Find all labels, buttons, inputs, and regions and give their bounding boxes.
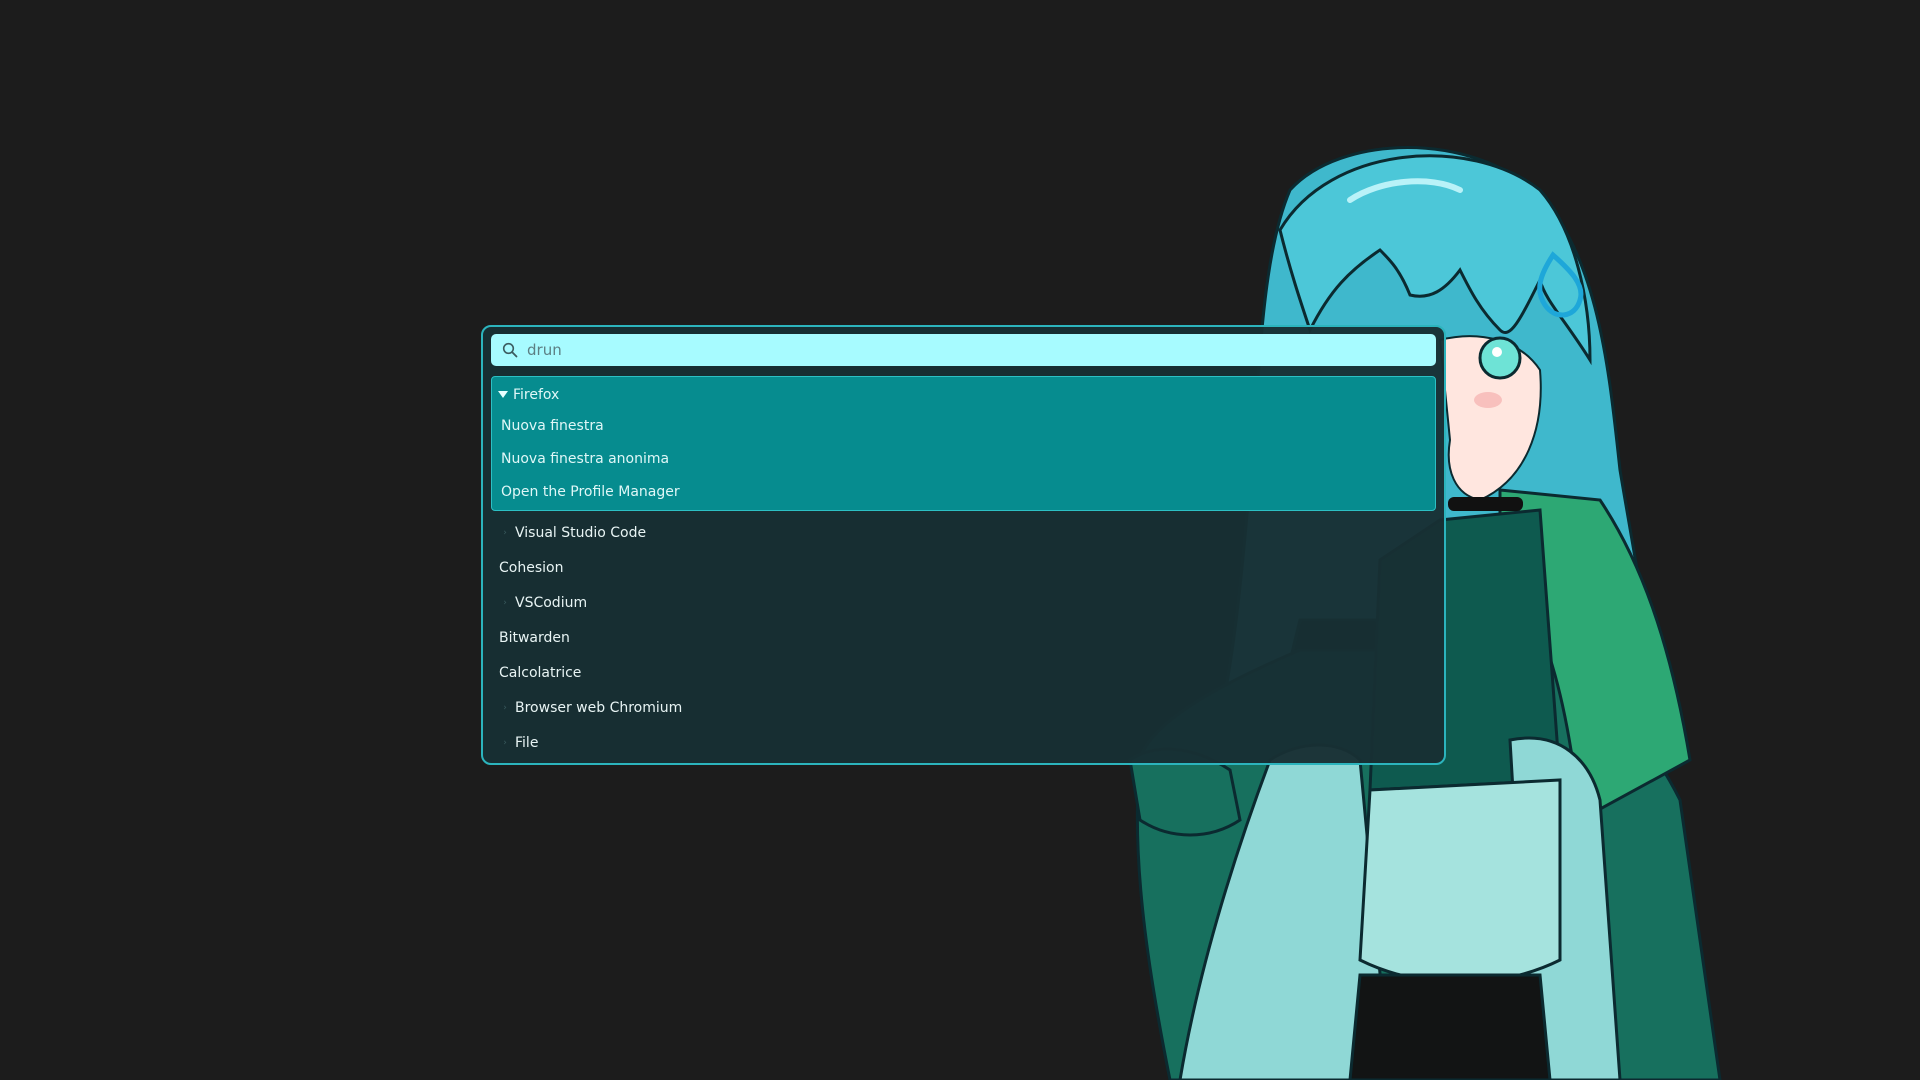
app-launcher: Firefox Nuova finestra Nuova finestra an… xyxy=(481,325,1446,765)
caret-right-icon[interactable]: › xyxy=(499,737,511,749)
app-entry-chromium[interactable]: › Browser web Chromium xyxy=(491,690,1436,725)
app-label: Cohesion xyxy=(499,559,564,576)
selected-app-group[interactable]: Firefox Nuova finestra Nuova finestra an… xyxy=(491,376,1436,511)
app-entry-firefox[interactable]: Firefox xyxy=(492,381,1435,409)
search-icon xyxy=(501,341,519,359)
app-action-item[interactable]: Nuova finestra anonima xyxy=(492,442,1435,475)
caret-right-icon[interactable]: › xyxy=(499,527,511,539)
app-entry-calcolatrice[interactable]: Calcolatrice xyxy=(491,655,1436,690)
caret-right-icon[interactable]: › xyxy=(499,597,511,609)
app-entry-bitwarden[interactable]: Bitwarden xyxy=(491,620,1436,655)
app-action-item[interactable]: Open the Profile Manager xyxy=(492,475,1435,508)
search-input[interactable] xyxy=(527,334,1436,366)
search-bar[interactable] xyxy=(491,334,1436,366)
caret-down-icon[interactable] xyxy=(497,389,509,401)
action-label: Nuova finestra anonima xyxy=(501,450,670,467)
app-label: VSCodium xyxy=(515,594,588,611)
app-label: File xyxy=(515,734,539,751)
app-label: Bitwarden xyxy=(499,629,570,646)
app-entry-cohesion[interactable]: Cohesion xyxy=(491,550,1436,585)
app-label: Firefox xyxy=(513,387,560,403)
action-label: Nuova finestra xyxy=(501,417,604,434)
app-action-item[interactable]: Nuova finestra xyxy=(492,409,1435,442)
app-label: Visual Studio Code xyxy=(515,524,647,541)
app-label: Browser web Chromium xyxy=(515,699,683,716)
app-entry-vscodium[interactable]: › VSCodium xyxy=(491,585,1436,620)
caret-right-icon[interactable]: › xyxy=(499,702,511,714)
app-entry-file[interactable]: › File xyxy=(491,725,1436,760)
app-entry-visual-studio-code[interactable]: › Visual Studio Code xyxy=(491,515,1436,550)
app-list: › Visual Studio Code Cohesion › VSCodium… xyxy=(491,515,1436,760)
app-label: Calcolatrice xyxy=(499,664,582,681)
action-label: Open the Profile Manager xyxy=(501,483,680,500)
